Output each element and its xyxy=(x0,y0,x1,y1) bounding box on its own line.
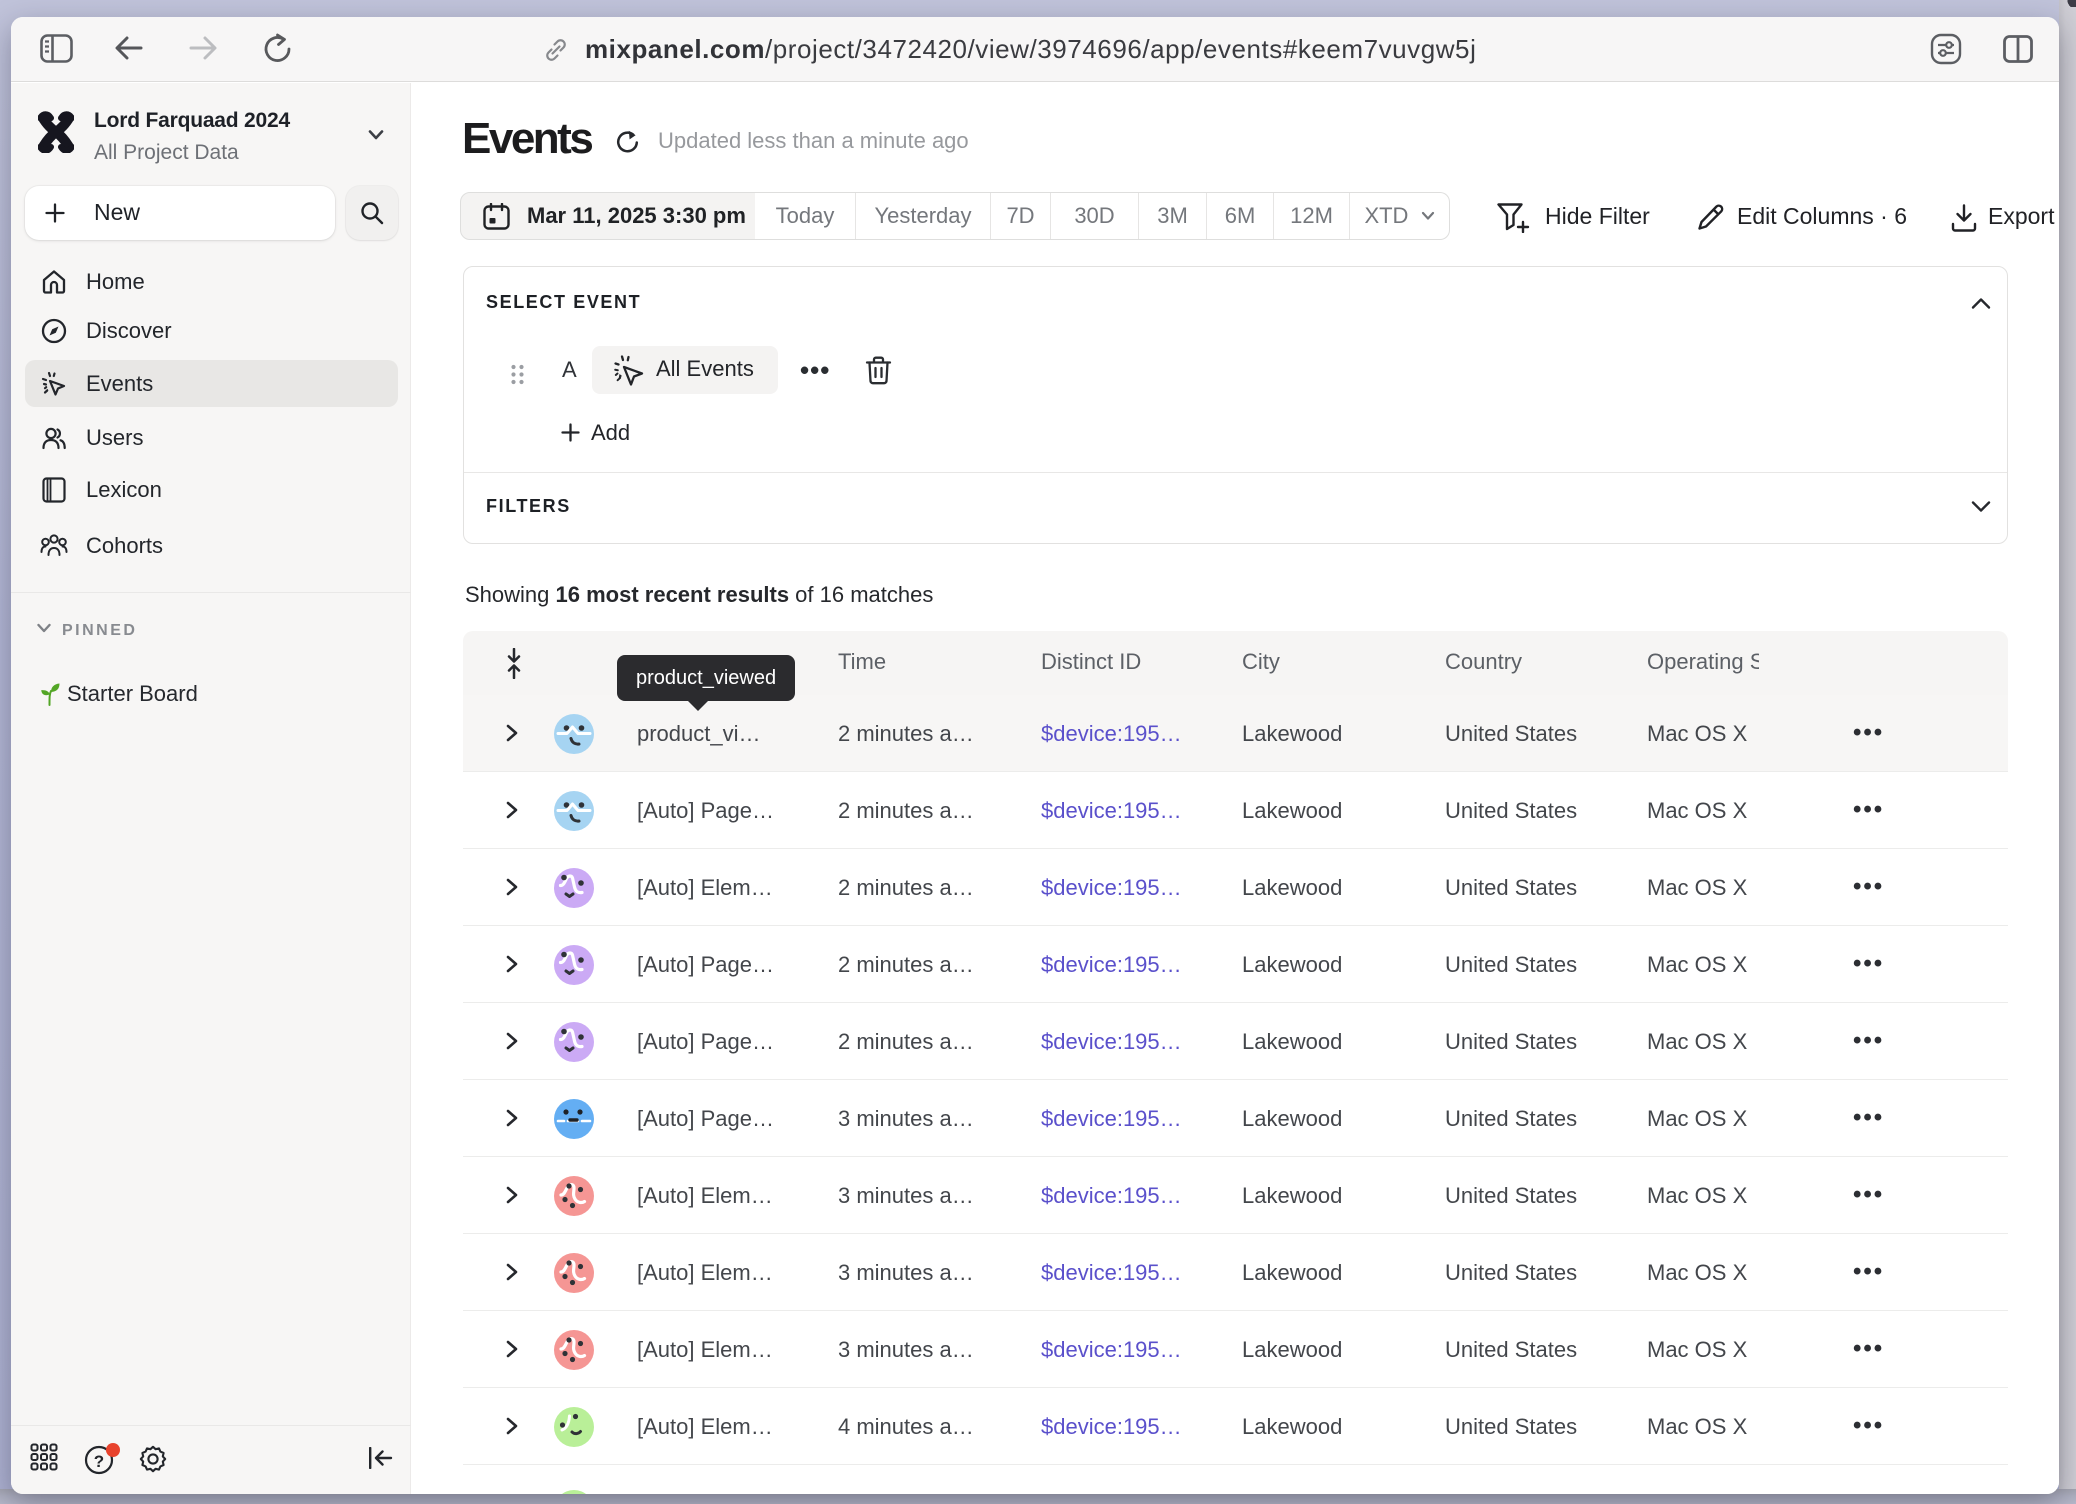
svg-text:?: ? xyxy=(94,1452,104,1471)
